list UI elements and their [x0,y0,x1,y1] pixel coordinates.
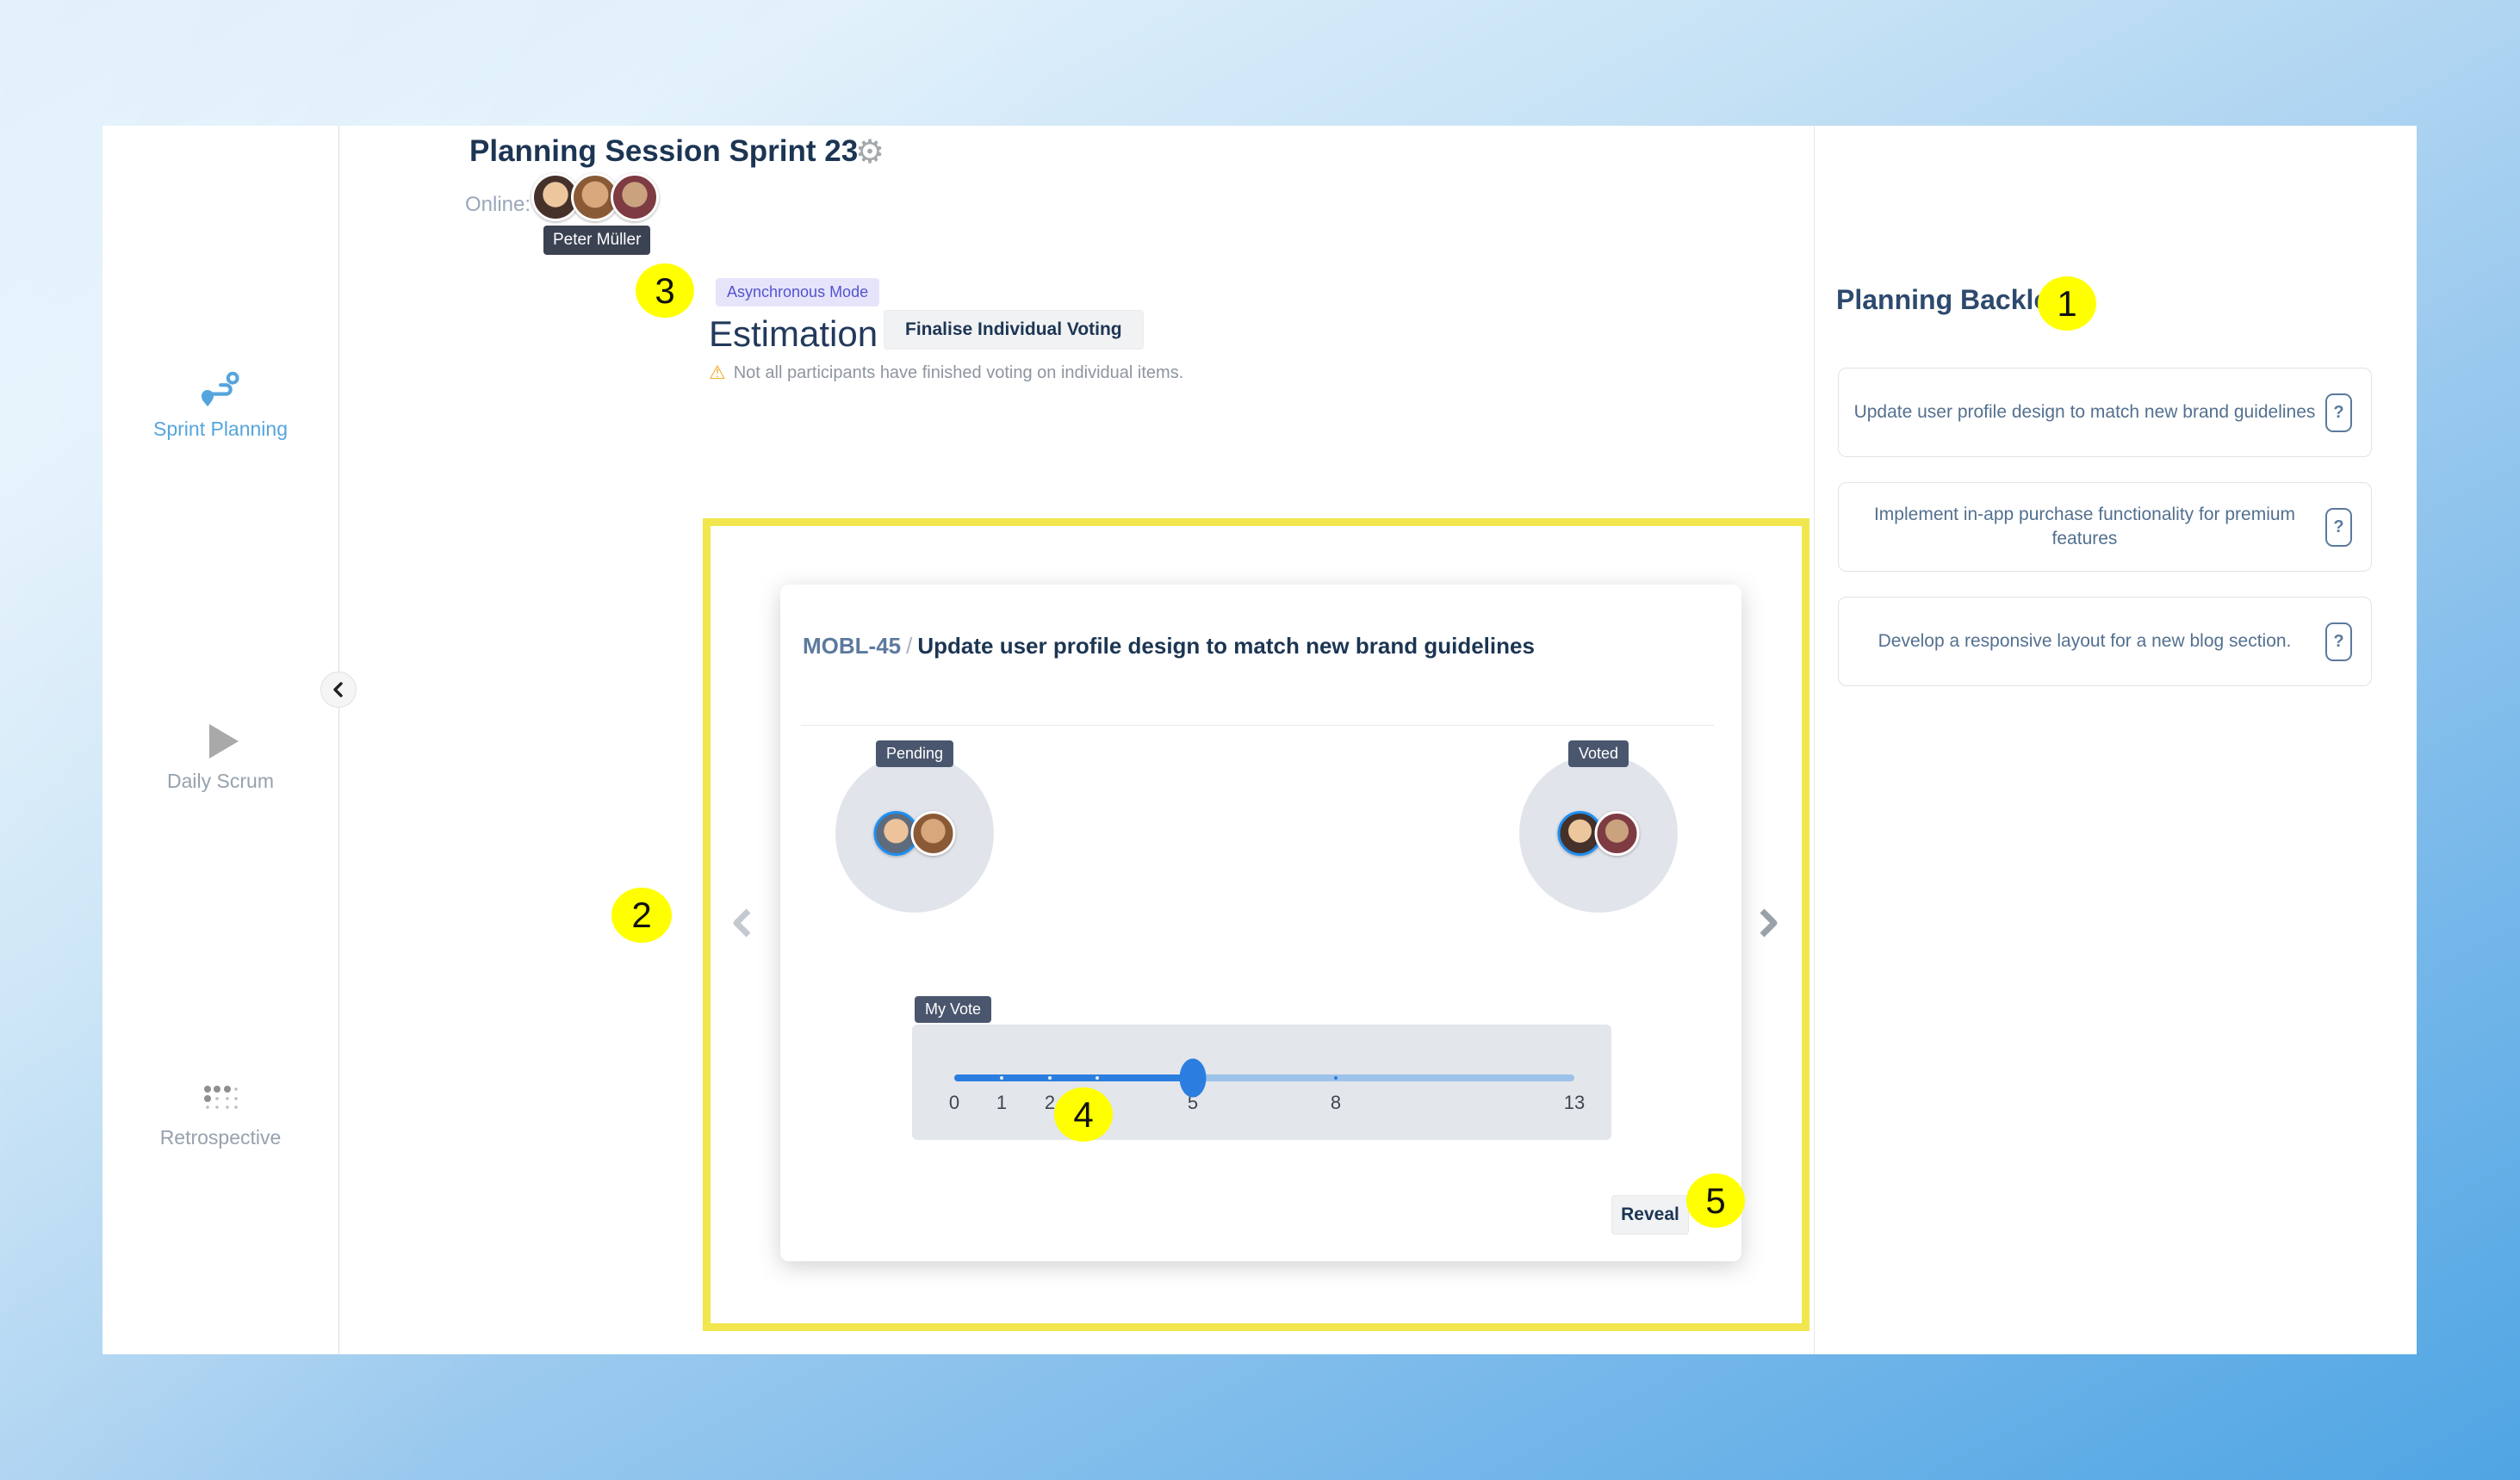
my-vote-tag: My Vote [915,996,991,1023]
backlog-item[interactable]: Implement in-app purchase functionality … [1838,482,2372,572]
online-avatar-row [531,173,659,221]
estimation-heading: Estimation [709,313,878,355]
sidebar-item-label: Retrospective [102,1126,338,1149]
estimate-badge: ? [2325,622,2352,661]
story-title: MOBL-45/Update user profile design to ma… [803,633,1535,659]
page-title: Planning Session Sprint 23 [469,134,858,169]
sidebar-collapse-button[interactable] [320,672,357,708]
voting-warning: ⚠ Not all participants have finished vot… [709,362,1183,384]
vote-slider-fill [954,1074,1193,1081]
online-label: Online: [465,193,531,217]
pending-tag: Pending [876,740,953,767]
annotation-marker-5: 5 [1686,1173,1745,1228]
slider-tick-8 [1334,1076,1338,1080]
annotation-marker-4: 4 [1054,1087,1113,1142]
voted-voters-group: Voted [1519,754,1678,913]
warning-text: Not all participants have finished votin… [734,363,1184,383]
warning-triangle-icon: ⚠ [709,362,726,384]
slider-tick-1 [1000,1076,1003,1080]
slider-tick-2 [1048,1076,1052,1080]
slider-tick-3 [1096,1076,1099,1080]
route-icon [102,369,338,409]
voted-tag: Voted [1568,740,1629,767]
backlog-item-title: Update user profile design to match new … [1853,400,2325,424]
sidebar-divider [338,126,339,1354]
pending-voters-group: Pending [835,754,994,913]
story-key: MOBL-45 [803,633,901,659]
scale-label-0: 0 [949,1092,959,1114]
backlog-item-title: Develop a responsive layout for a new bl… [1853,629,2325,653]
avatar-man-dark-hair[interactable] [911,811,956,856]
sidebar-item-label: Sprint Planning [102,418,338,441]
finalise-voting-button[interactable]: Finalise Individual Voting [884,310,1144,350]
sidebar-item-daily-scrum[interactable]: Daily Scrum [102,721,338,793]
chevron-left-icon [728,906,757,940]
annotation-marker-3: 3 [636,263,694,318]
async-mode-badge: Asynchronous Mode [716,278,879,307]
annotation-marker-1: 1 [2038,276,2096,331]
carousel-previous-button[interactable] [722,902,763,944]
story-title-text: Update user profile design to match new … [917,633,1535,659]
voted-avatars [1558,811,1640,856]
story-separator: / [901,633,917,659]
chevron-right-icon [1753,906,1783,940]
carousel-next-button[interactable] [1747,902,1789,944]
scale-label-13: 13 [1564,1092,1585,1114]
backlog-heading: Planning Backlog [1836,284,2067,316]
vote-slider-panel: 0 1 2 3 5 8 13 [912,1025,1611,1140]
chevron-left-icon [331,681,346,698]
pending-avatars [874,811,956,856]
avatar-tooltip: Peter Müller [543,226,650,255]
backlog-item-title: Implement in-app purchase functionality … [1853,503,2325,552]
vote-slider-track[interactable] [954,1074,1574,1081]
estimate-badge: ? [2325,393,2352,432]
backlog-item[interactable]: Develop a responsive layout for a new bl… [1838,597,2372,686]
vote-slider-handle[interactable] [1179,1059,1206,1098]
annotation-marker-2: 2 [611,888,672,943]
play-icon [102,721,338,761]
backlog-item[interactable]: Update user profile design to match new … [1838,368,2372,457]
estimate-badge: ? [2325,508,2352,547]
dots-grid-icon [102,1078,338,1118]
scale-label-8: 8 [1331,1092,1341,1114]
sidebar-item-sprint-planning[interactable]: Sprint Planning [102,369,338,441]
avatar-man-maroon[interactable] [1595,811,1640,856]
avatar-man-maroon[interactable] [611,173,659,221]
sidebar-item-label: Daily Scrum [102,770,338,793]
story-divider [801,725,1714,726]
backlog-panel-divider [1814,126,1815,1354]
scale-label-1: 1 [996,1092,1007,1114]
story-voting-card: MOBL-45/Update user profile design to ma… [780,585,1741,1261]
gear-icon[interactable]: ⚙ [855,133,884,171]
sidebar-item-retrospective[interactable]: Retrospective [102,1078,338,1149]
reveal-button[interactable]: Reveal [1611,1195,1689,1235]
